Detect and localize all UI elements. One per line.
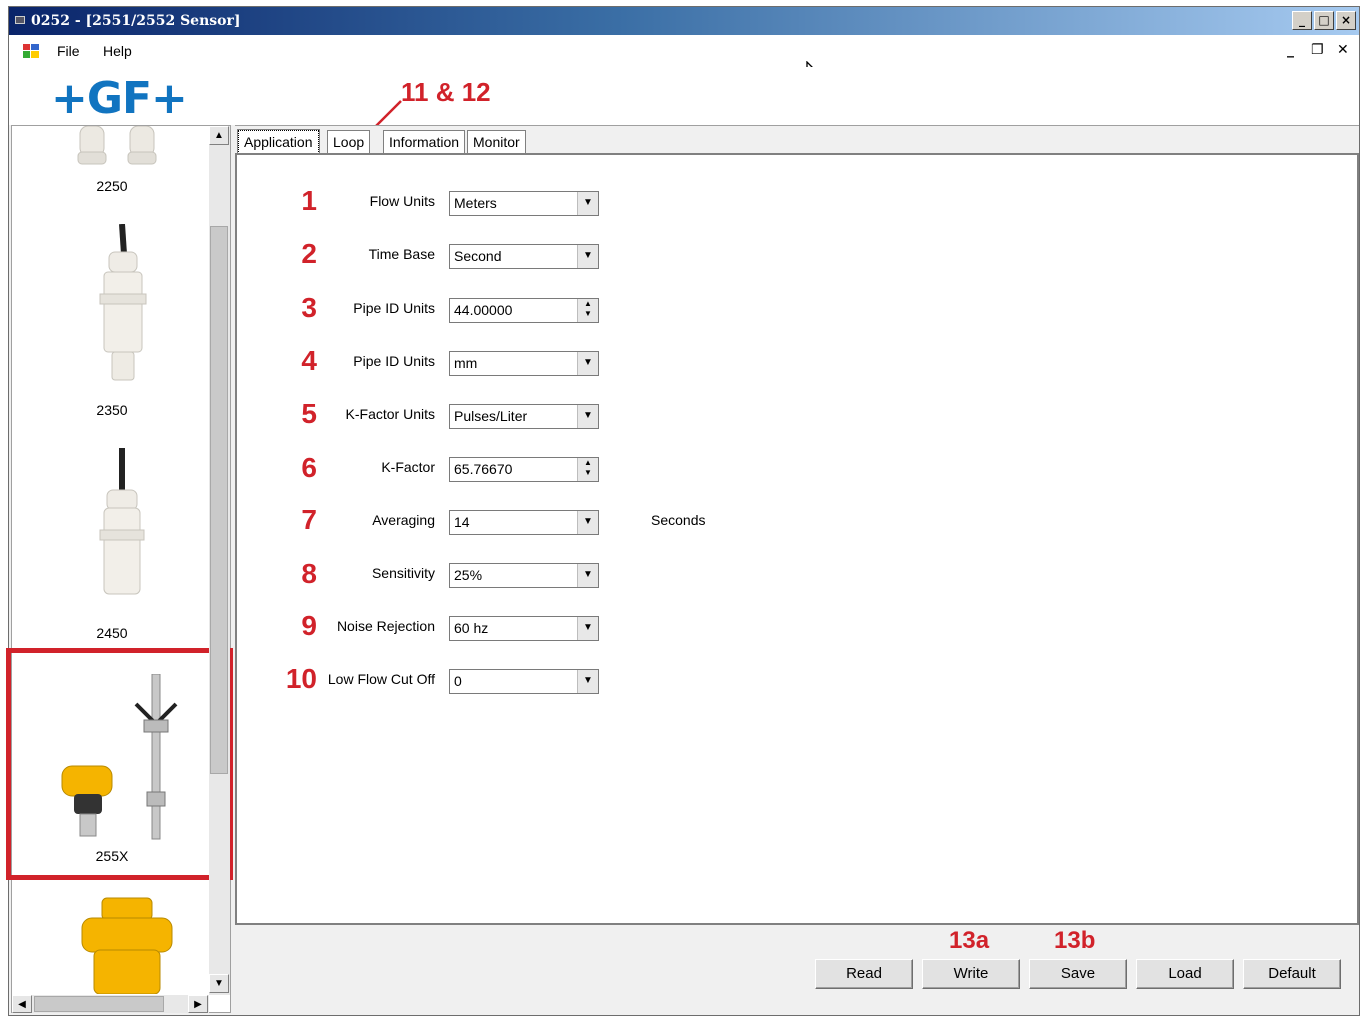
scroll-up-icon[interactable]: ▲ xyxy=(209,126,229,145)
minimize-button[interactable]: _ xyxy=(1292,11,1312,30)
annotation-tabs: 11 & 12 xyxy=(401,77,491,107)
dropdown-arrow-icon[interactable]: ▼ xyxy=(577,617,598,640)
field-label-averaging: Averaging xyxy=(372,512,435,528)
low-flow-cutoff-dropdown[interactable]: 0 ▼ xyxy=(449,669,599,694)
field-label-k-factor: K-Factor xyxy=(381,459,435,475)
k-factor-units-value: Pulses/Liter xyxy=(454,408,528,424)
dropdown-arrow-icon[interactable]: ▼ xyxy=(577,405,598,428)
sensor-label-2250: 2250 xyxy=(96,178,128,194)
field-label-time-base: Time Base xyxy=(368,246,435,262)
menu-file[interactable]: File xyxy=(57,43,80,59)
annotation-write: 13a xyxy=(949,927,990,954)
tab-application[interactable]: Application xyxy=(238,130,319,154)
write-button[interactable]: Write xyxy=(922,959,1020,989)
tab-loop[interactable]: Loop xyxy=(327,130,371,154)
scroll-left-icon[interactable]: ◀ xyxy=(12,995,32,1013)
hscroll-thumb[interactable] xyxy=(34,996,164,1012)
save-button[interactable]: Save xyxy=(1029,959,1127,989)
pipe-id-units-dropdown[interactable]: mm ▼ xyxy=(449,351,599,376)
sensor-label-255x: 255X xyxy=(95,848,129,864)
field-label-pipe-id: Pipe ID Units xyxy=(353,300,435,316)
noise-rejection-value: 60 hz xyxy=(454,620,489,636)
read-button[interactable]: Read xyxy=(815,959,913,989)
noise-rejection-dropdown[interactable]: 60 hz ▼ xyxy=(449,616,599,641)
scroll-right-icon[interactable]: ▶ xyxy=(188,995,208,1013)
time-base-dropdown[interactable]: Second ▼ xyxy=(449,244,599,269)
sensor-label-2450: 2450 xyxy=(96,625,128,641)
maximize-button[interactable]: □ xyxy=(1314,11,1334,30)
sensor-image-2250[interactable] xyxy=(72,126,172,166)
tab-monitor[interactable]: Monitor xyxy=(467,130,526,154)
sensor-image-2450[interactable] xyxy=(92,448,152,600)
field-label-pipe-id-units: Pipe ID Units xyxy=(353,353,435,369)
vertical-scrollbar[interactable]: ▲ ▼ xyxy=(209,126,230,995)
app-icon[interactable] xyxy=(23,44,39,58)
default-button[interactable]: Default xyxy=(1243,959,1341,989)
field-label-low-flow-cutoff: Low Flow Cut Off xyxy=(327,671,435,687)
spinner-arrows-icon[interactable]: ▲ ▼ xyxy=(577,458,598,481)
scroll-thumb[interactable] xyxy=(210,226,228,774)
flow-units-value: Meters xyxy=(454,195,497,211)
time-base-value: Second xyxy=(454,248,502,264)
title-bar[interactable]: 0252 - [2551/2552 Sensor] _ □ × xyxy=(9,7,1359,35)
mdi-restore-icon[interactable]: ❐ xyxy=(1311,42,1324,58)
spinner-arrows-icon[interactable]: ▲ ▼ xyxy=(577,299,598,322)
sensor-list[interactable]: 2250 2350 2450 255X ▲ ▼ ◀ ▶ xyxy=(6,125,233,1013)
application-tab-panel: 1 Flow Units Meters ▼ 2 Time Base Second ▼… xyxy=(235,153,1359,925)
pipe-id-spinner[interactable]: 44.00000 ▲ ▼ xyxy=(449,298,599,323)
field-label-k-factor-units: K-Factor Units xyxy=(345,406,435,422)
sensor-image-2350[interactable] xyxy=(92,224,152,386)
window-icon xyxy=(15,16,25,24)
averaging-dropdown[interactable]: 14 ▼ xyxy=(449,510,599,535)
horizontal-scrollbar[interactable]: ◀ ▶ xyxy=(12,995,209,1013)
sensitivity-dropdown[interactable]: 25% ▼ xyxy=(449,563,599,588)
dropdown-arrow-icon[interactable]: ▼ xyxy=(577,511,598,534)
app-window: 0252 - [2551/2552 Sensor] _ □ × File Hel… xyxy=(6,6,1360,1016)
flow-units-dropdown[interactable]: Meters ▼ xyxy=(449,191,599,216)
mdi-close-icon[interactable]: ✕ xyxy=(1337,42,1349,58)
pipe-id-value: 44.00000 xyxy=(454,302,513,318)
sensor-image-yellow[interactable] xyxy=(72,894,182,994)
sensitivity-value: 25% xyxy=(454,567,483,583)
menu-help[interactable]: Help xyxy=(103,43,132,59)
averaging-value: 14 xyxy=(454,514,470,530)
dropdown-arrow-icon[interactable]: ▼ xyxy=(577,352,598,375)
mdi-minimize-icon[interactable]: _ xyxy=(1287,42,1294,58)
k-factor-value: 65.76670 xyxy=(454,461,513,477)
dropdown-arrow-icon[interactable]: ▼ xyxy=(577,670,598,693)
sensor-label-2350: 2350 xyxy=(96,402,128,418)
field-label-flow-units: Flow Units xyxy=(369,193,435,209)
scroll-down-icon[interactable]: ▼ xyxy=(209,974,229,993)
close-button[interactable]: × xyxy=(1336,11,1356,30)
menu-bar: File Help _ ❐ ✕ xyxy=(9,35,1359,89)
k-factor-spinner[interactable]: 65.76670 ▲ ▼ xyxy=(449,457,599,482)
tab-information[interactable]: Information xyxy=(383,130,466,154)
gf-logo: +GF+ xyxy=(51,73,188,124)
field-label-noise-rejection: Noise Rejection xyxy=(336,618,435,634)
sensor-image-255x[interactable] xyxy=(60,674,190,844)
k-factor-units-dropdown[interactable]: Pulses/Liter ▼ xyxy=(449,404,599,429)
tab-strip: Application Loop Information Monitor xyxy=(235,125,1359,155)
dropdown-arrow-icon[interactable]: ▼ xyxy=(577,192,598,215)
pipe-id-units-value: mm xyxy=(454,355,478,371)
window-title: 0252 - [2551/2552 Sensor] xyxy=(31,13,241,29)
header: +GF+ 11 & 12 xyxy=(9,67,1359,137)
averaging-suffix: Seconds xyxy=(651,512,706,528)
dropdown-arrow-icon[interactable]: ▼ xyxy=(577,564,598,587)
field-label-sensitivity: Sensitivity xyxy=(371,565,435,581)
annotation-save: 13b xyxy=(1054,927,1096,954)
dropdown-arrow-icon[interactable]: ▼ xyxy=(577,245,598,268)
low-flow-cutoff-value: 0 xyxy=(454,673,462,689)
load-button[interactable]: Load xyxy=(1136,959,1234,989)
